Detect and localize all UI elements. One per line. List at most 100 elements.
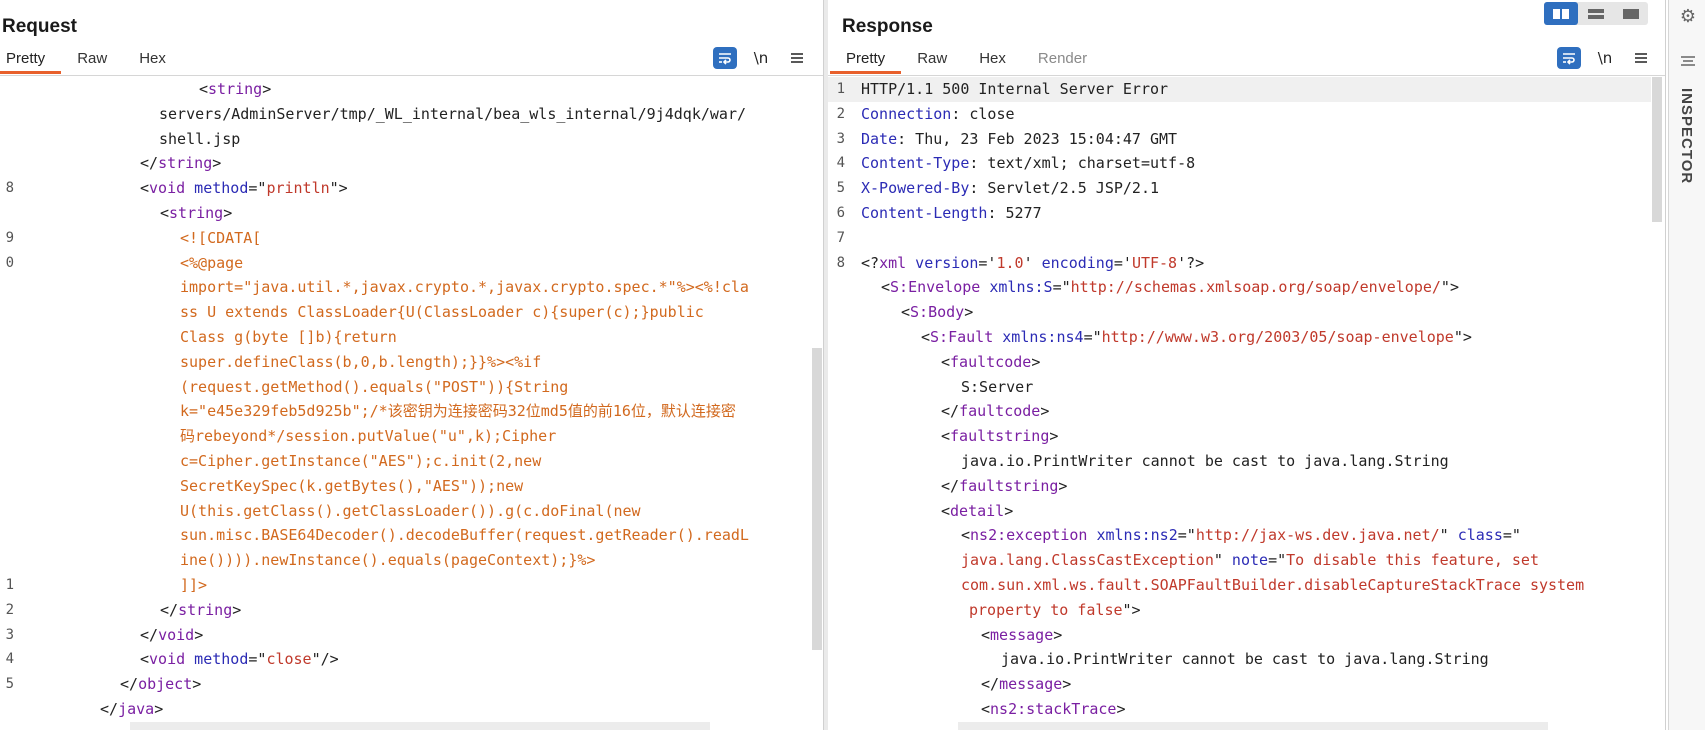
split-vertical-icon[interactable] <box>1579 2 1613 25</box>
line-text: <void method="println"> <box>140 176 348 201</box>
token: detail <box>950 501 1005 520</box>
token: faultcode <box>950 352 1032 371</box>
token: string <box>169 203 224 222</box>
token: > <box>1058 476 1068 495</box>
line-text: import="java.util.*,javax.crypto.*,javax… <box>180 275 749 300</box>
token: println <box>266 179 330 198</box>
token: To disable this feature, set <box>1286 551 1539 570</box>
line-number: 4 <box>5 651 14 668</box>
hamburger-menu-icon[interactable] <box>1629 47 1653 69</box>
token: X-Powered-By <box>861 179 970 198</box>
request-tab-hex[interactable]: Hex <box>123 48 182 74</box>
response-vertical-scrollbar[interactable] <box>1652 77 1662 222</box>
gear-icon[interactable]: ⚙ <box>1678 6 1698 26</box>
token: c=Cipher.getInstance("AES");c.init(2,new <box>180 451 542 470</box>
request-tab-raw[interactable]: Raw <box>61 48 123 74</box>
split-horizontal-icon[interactable] <box>1544 2 1578 25</box>
request-horizontal-scrollbar[interactable] <box>130 722 710 730</box>
request-code-line: </java> <box>0 697 809 722</box>
response-tab-render[interactable]: Render <box>1022 48 1103 74</box>
token: "/> <box>311 650 339 669</box>
line-text: <string> <box>160 201 232 226</box>
line-text: <S:Envelope xmlns:S="http://schemas.xmls… <box>881 275 1459 300</box>
token: S:Fault <box>930 327 994 346</box>
response-toolbar: \n <box>1557 47 1653 69</box>
line-text: Date: Thu, 23 Feb 2023 15:04:47 GMT <box>861 127 1177 152</box>
wrap-lines-icon[interactable] <box>713 47 737 69</box>
line-text: <message> <box>981 623 1062 648</box>
request-code-line: import="java.util.*,javax.crypto.*,javax… <box>0 275 809 300</box>
token: string <box>208 80 263 98</box>
response-tab-raw[interactable]: Raw <box>901 48 963 74</box>
request-vertical-scrollbar[interactable] <box>812 348 822 650</box>
response-code-line: </faultstring> <box>828 474 1651 499</box>
request-code-line: 4 <void method="close"/> <box>0 647 809 672</box>
token: </ <box>100 699 119 718</box>
newline-toggle-button[interactable]: \n <box>749 47 773 69</box>
request-tab-divider <box>0 75 823 76</box>
response-tabs: Pretty Raw Hex Render <box>830 48 1103 74</box>
line-text: <string> <box>199 77 271 102</box>
newline-toggle-button[interactable]: \n <box>1593 47 1617 69</box>
response-tab-pretty[interactable]: Pretty <box>830 48 902 74</box>
line-number: 6 <box>836 204 845 221</box>
request-code-line: 8 <void method="println"> <box>0 176 809 201</box>
token: xmlns:ns4 <box>993 327 1084 346</box>
token: < <box>140 179 150 198</box>
token: < <box>941 352 951 371</box>
request-code-line: 2 </string> <box>0 598 809 623</box>
line-text: java.io.PrintWriter cannot be cast to ja… <box>1001 647 1489 672</box>
token: object <box>138 675 193 694</box>
token: " <box>1439 526 1449 545</box>
request-toolbar: \n <box>713 47 809 69</box>
token: " <box>1213 551 1223 570</box>
inspector-sidebar: ⚙ INSPECTOR <box>1668 0 1705 730</box>
response-code-line: <detail> <box>828 499 1651 524</box>
token: '?> <box>1177 253 1205 272</box>
hamburger-menu-icon[interactable] <box>785 47 809 69</box>
request-code-line: k="e45e329feb5d925b";/*该密钥为连接密码32位md5值的前… <box>0 399 809 424</box>
token: =" <box>1268 551 1287 570</box>
token: > <box>232 600 242 619</box>
token: =" <box>248 179 267 198</box>
response-horizontal-scrollbar[interactable] <box>958 722 1548 730</box>
inspector-label[interactable]: INSPECTOR <box>1678 88 1695 184</box>
token: servers/AdminServer/tmp/_WL_internal/bea… <box>159 104 746 123</box>
token: k="e45e329feb5d925b";/*该密钥为连接密码32位md5值的前… <box>180 402 736 421</box>
line-text: java.lang.ClassCastException" note="To d… <box>961 548 1539 573</box>
line-number: 2 <box>836 105 845 122</box>
token: message <box>990 625 1054 644</box>
line-text: <ns2:stackTrace> <box>981 697 1126 722</box>
token: note <box>1222 551 1269 570</box>
token: < <box>941 501 951 520</box>
token: UTF-8 <box>1131 253 1178 272</box>
request-title: Request <box>2 16 77 37</box>
token: S:Envelope <box>890 278 981 297</box>
response-editor[interactable]: 1 HTTP/1.1 500 Internal Server Error 2 Conn… <box>828 77 1651 722</box>
wrap-lines-icon[interactable] <box>1557 47 1581 69</box>
request-tab-pretty[interactable]: Pretty <box>0 48 62 74</box>
single-pane-icon[interactable] <box>1614 2 1648 25</box>
token: : Servlet/2.5 JSP/2.1 <box>969 179 1160 198</box>
response-code-line: S:Server <box>828 375 1651 400</box>
layout-toggle-group <box>1544 2 1648 25</box>
request-editor[interactable]: <string> servers/AdminServer/tmp/_WL_inte… <box>0 77 809 722</box>
line-text: Connection: close <box>861 102 1015 127</box>
token: </ <box>120 675 139 694</box>
response-code-line: 2 Connection: close <box>828 102 1651 127</box>
response-tab-hex[interactable]: Hex <box>963 48 1022 74</box>
token: > <box>1040 402 1050 421</box>
request-code-line: (request.getMethod().equals("POST")){Str… <box>0 375 809 400</box>
token: "> <box>1122 600 1141 619</box>
token: encoding <box>1032 253 1114 272</box>
lines-icon[interactable] <box>1678 52 1698 72</box>
token: < <box>981 625 991 644</box>
token: > <box>964 303 974 322</box>
token: U(this.getClass().getClassLoader()).g(c.… <box>180 501 641 520</box>
token: =" <box>1502 526 1521 545</box>
response-code-line: 7 <box>828 226 1651 251</box>
request-code-line: sun.misc.BASE64Decoder().decodeBuffer(re… <box>0 523 809 548</box>
token: </ <box>981 675 1000 694</box>
token: > <box>194 625 204 644</box>
token: > <box>1004 501 1014 520</box>
